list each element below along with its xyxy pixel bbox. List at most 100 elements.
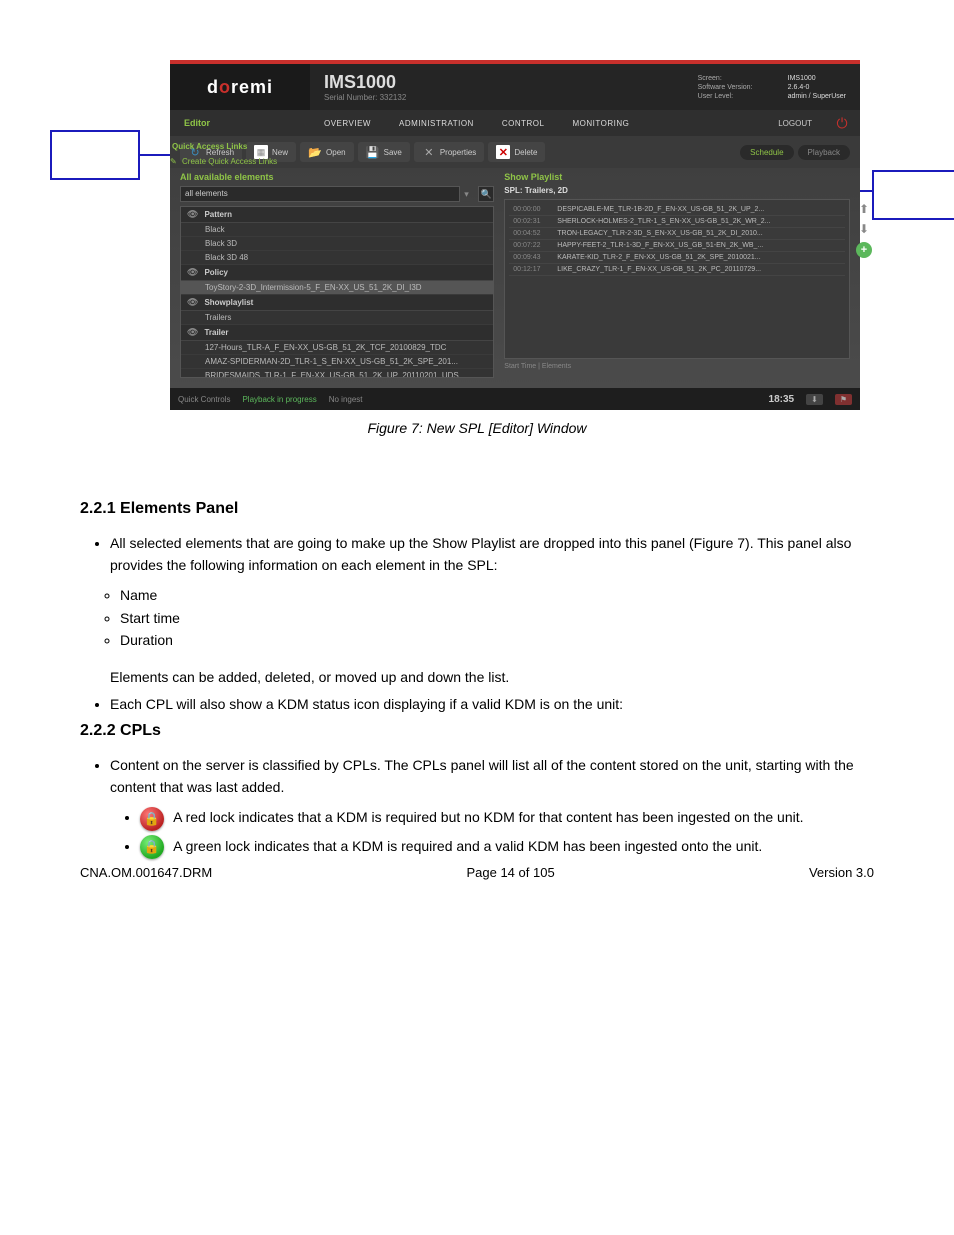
playback-pill[interactable]: Playback [798,145,850,160]
delete-button[interactable]: ✕ Delete [488,142,545,162]
figure-caption: Figure 7: New SPL [Editor] Window [40,420,914,436]
search-icon[interactable]: 🔍 [478,186,494,202]
properties-button[interactable]: ✕Properties [414,142,484,162]
clock: 18:35 [769,394,795,405]
info-value: 2.6.4-0 [788,84,810,91]
spl-name: SPL: Trailers, 2D [504,186,850,195]
list-item: Duration [120,629,874,651]
elements-panel-title: All available elements [180,172,494,182]
section-heading: 2.2.1 Elements Panel [80,496,874,522]
tree-group[interactable]: 👁Pattern [181,207,493,223]
tools-icon: ✕ [422,145,436,159]
add-icon[interactable]: + [856,242,872,258]
tree-item[interactable]: Black 3D [181,237,493,251]
delete-icon: ✕ [496,145,510,159]
power-icon[interactable]: ⏻ [830,110,854,136]
doc-id: CNA.OM.001647.DRM [80,865,212,880]
filter-select[interactable]: all elements [180,186,460,202]
move-down-icon[interactable]: ⬇ [859,222,869,236]
tree-group[interactable]: 👁 Policy [181,265,493,281]
quick-controls-status[interactable]: Quick Controls [178,395,230,404]
page-number: Page 14 of 105 [212,865,809,880]
elements-tree[interactable]: 👁PatternBlackBlack 3DBlack 3D 48 👁 Policy T… [180,206,494,378]
pl-name: HAPPY-FEET-2_TLR-1-3D_F_EN-XX_US_GB_51-E… [557,242,841,249]
menu-administration[interactable]: ADMINISTRATION [385,110,488,136]
save-button[interactable]: 💾Save [358,142,410,162]
serial-number: Serial Number: 332132 [324,93,504,102]
btn-label: Save [384,148,402,157]
open-button[interactable]: 📂Open [300,142,354,162]
logout-button[interactable]: LOGOUT [760,119,830,128]
tree-item[interactable]: Black [181,223,493,237]
tree-group[interactable]: 👁Trailer [181,325,493,341]
paragraph: All selected elements that are going to … [110,532,874,577]
status-badge[interactable]: ⬇ [806,394,823,405]
pl-time: 00:04:52 [513,230,549,237]
doc-version: Version 3.0 [809,865,874,880]
pl-name: SHERLOCK-HOLMES-2_TLR-1_S_EN-XX_US-GB_51… [557,218,841,225]
app-window: doremi IMS1000 Serial Number: 332132 Scr… [170,60,860,410]
menu-control[interactable]: CONTROL [488,110,559,136]
logo-area: doremi [170,64,310,110]
callout-show-playlist [872,170,954,220]
callout-quick-access [50,130,140,180]
info-row: User Level:admin / SuperUser [698,93,846,100]
paragraph: Elements can be added, deleted, or moved… [110,666,874,688]
paragraph: Content on the server is classified by C… [110,754,874,799]
eye-icon: 👁 [187,267,198,278]
info-label: Software Version: [698,84,768,91]
group-label: Policy [204,268,228,277]
lock-red-text: A red lock indicates that a KDM is requi… [173,809,803,825]
playlist-list: 00:00:00DESPICABLE-ME_TLR-1B-2D_F_EN-XX_… [504,199,850,359]
tree-group[interactable]: 👁 Showplaylist [181,295,493,311]
menubar: Editor OVERVIEW ADMINISTRATION CONTROL M… [170,110,860,136]
toolbar-right: Schedule Playback [740,145,850,160]
list-item: Name [120,584,874,606]
logo-letter: d [207,77,219,97]
list-item: 🔒 A red lock indicates that a KDM is req… [140,806,874,830]
title-area: IMS1000 Serial Number: 332132 [310,64,518,110]
tree-item[interactable]: AMAZ-SPIDERMAN-2D_TLR-1_S_EN-XX_US-GB_51… [181,355,493,369]
btn-label: Delete [514,148,537,157]
page-footer: CNA.OM.001647.DRM Page 14 of 105 Version… [40,865,914,910]
header: doremi IMS1000 Serial Number: 332132 Scr… [170,64,860,110]
playlist-row[interactable]: 00:00:00DESPICABLE-ME_TLR-1B-2D_F_EN-XX_… [509,204,845,216]
show-playlist-title: Show Playlist [504,172,850,182]
group-label: Showplaylist [204,298,253,307]
tree-item[interactable]: ToyStory-2-3D_Intermission-5_F_EN-XX_US_… [181,281,493,295]
schedule-pill[interactable]: Schedule [740,145,793,160]
pl-name: KARATE-KID_TLR-2_F_EN-XX_US-GB_51_2K_SPE… [557,254,841,261]
eye-icon: 👁 [187,297,198,308]
tree-item[interactable]: BRIDESMAIDS_TLR-1_F_EN-XX_US-GB_51_2K_UP… [181,369,493,378]
section-heading: 2.2.2 CPLs [80,718,874,744]
create-quick-access-link[interactable]: Create Quick Access Links [172,157,298,166]
alert-badge[interactable]: ⚑ [835,394,852,405]
tree-item[interactable]: Trailers [181,311,493,325]
paragraph: Each CPL will also show a KDM status ico… [110,693,874,715]
tree-item[interactable]: 127-Hours_TLR-A_F_EN-XX_US-GB_51_2K_TCF_… [181,341,493,355]
tree-item[interactable]: Black 3D 48 [181,251,493,265]
playlist-row[interactable]: 00:09:43 KARATE-KID_TLR-2_F_EN-XX_US-GB_5… [509,252,845,264]
pl-time: 00:07:22 [513,242,549,249]
menu-overview[interactable]: OVERVIEW [310,110,385,136]
chevron-down-icon: ▾ [464,186,474,202]
info-area: Screen:IMS1000 Software Version:2.6.4-0 … [684,64,860,110]
pl-time: 00:02:31 [513,218,549,225]
menu-monitoring[interactable]: MONITORING [558,110,643,136]
btn-label: Open [326,148,346,157]
playlist-row[interactable]: 00:02:31 SHERLOCK-HOLMES-2_TLR-1_S_EN-XX_… [509,216,845,228]
editor-body: All available elements all elements ▾ 🔍 … [170,168,860,388]
move-up-icon[interactable]: ⬆ [859,202,869,216]
playlist-row[interactable]: 00:12:17LIKE_CRAZY_TLR-1_F_EN-XX_US-GB_5… [509,264,845,276]
info-row: Screen:IMS1000 [698,75,846,82]
lock-green-icon: 🔒 [140,835,164,859]
eye-icon: 👁 [187,209,198,220]
info-value: IMS1000 [788,75,816,82]
playlist-row[interactable]: 00:04:52TRON-LEGACY_TLR-2-3D_S_EN-XX_US-… [509,228,845,240]
playlist-row[interactable]: 00:07:22 HAPPY-FEET-2_TLR-1-3D_F_EN-XX_US… [509,240,845,252]
playlist-controls: ⬆ ⬇ + [856,202,872,258]
info-row: Software Version: 2.6.4-0 [698,84,846,91]
pl-time: 00:09:43 [513,254,549,261]
document-page: doremi IMS1000 Serial Number: 332132 Scr… [0,0,954,950]
info-label: User Level: [698,93,768,100]
